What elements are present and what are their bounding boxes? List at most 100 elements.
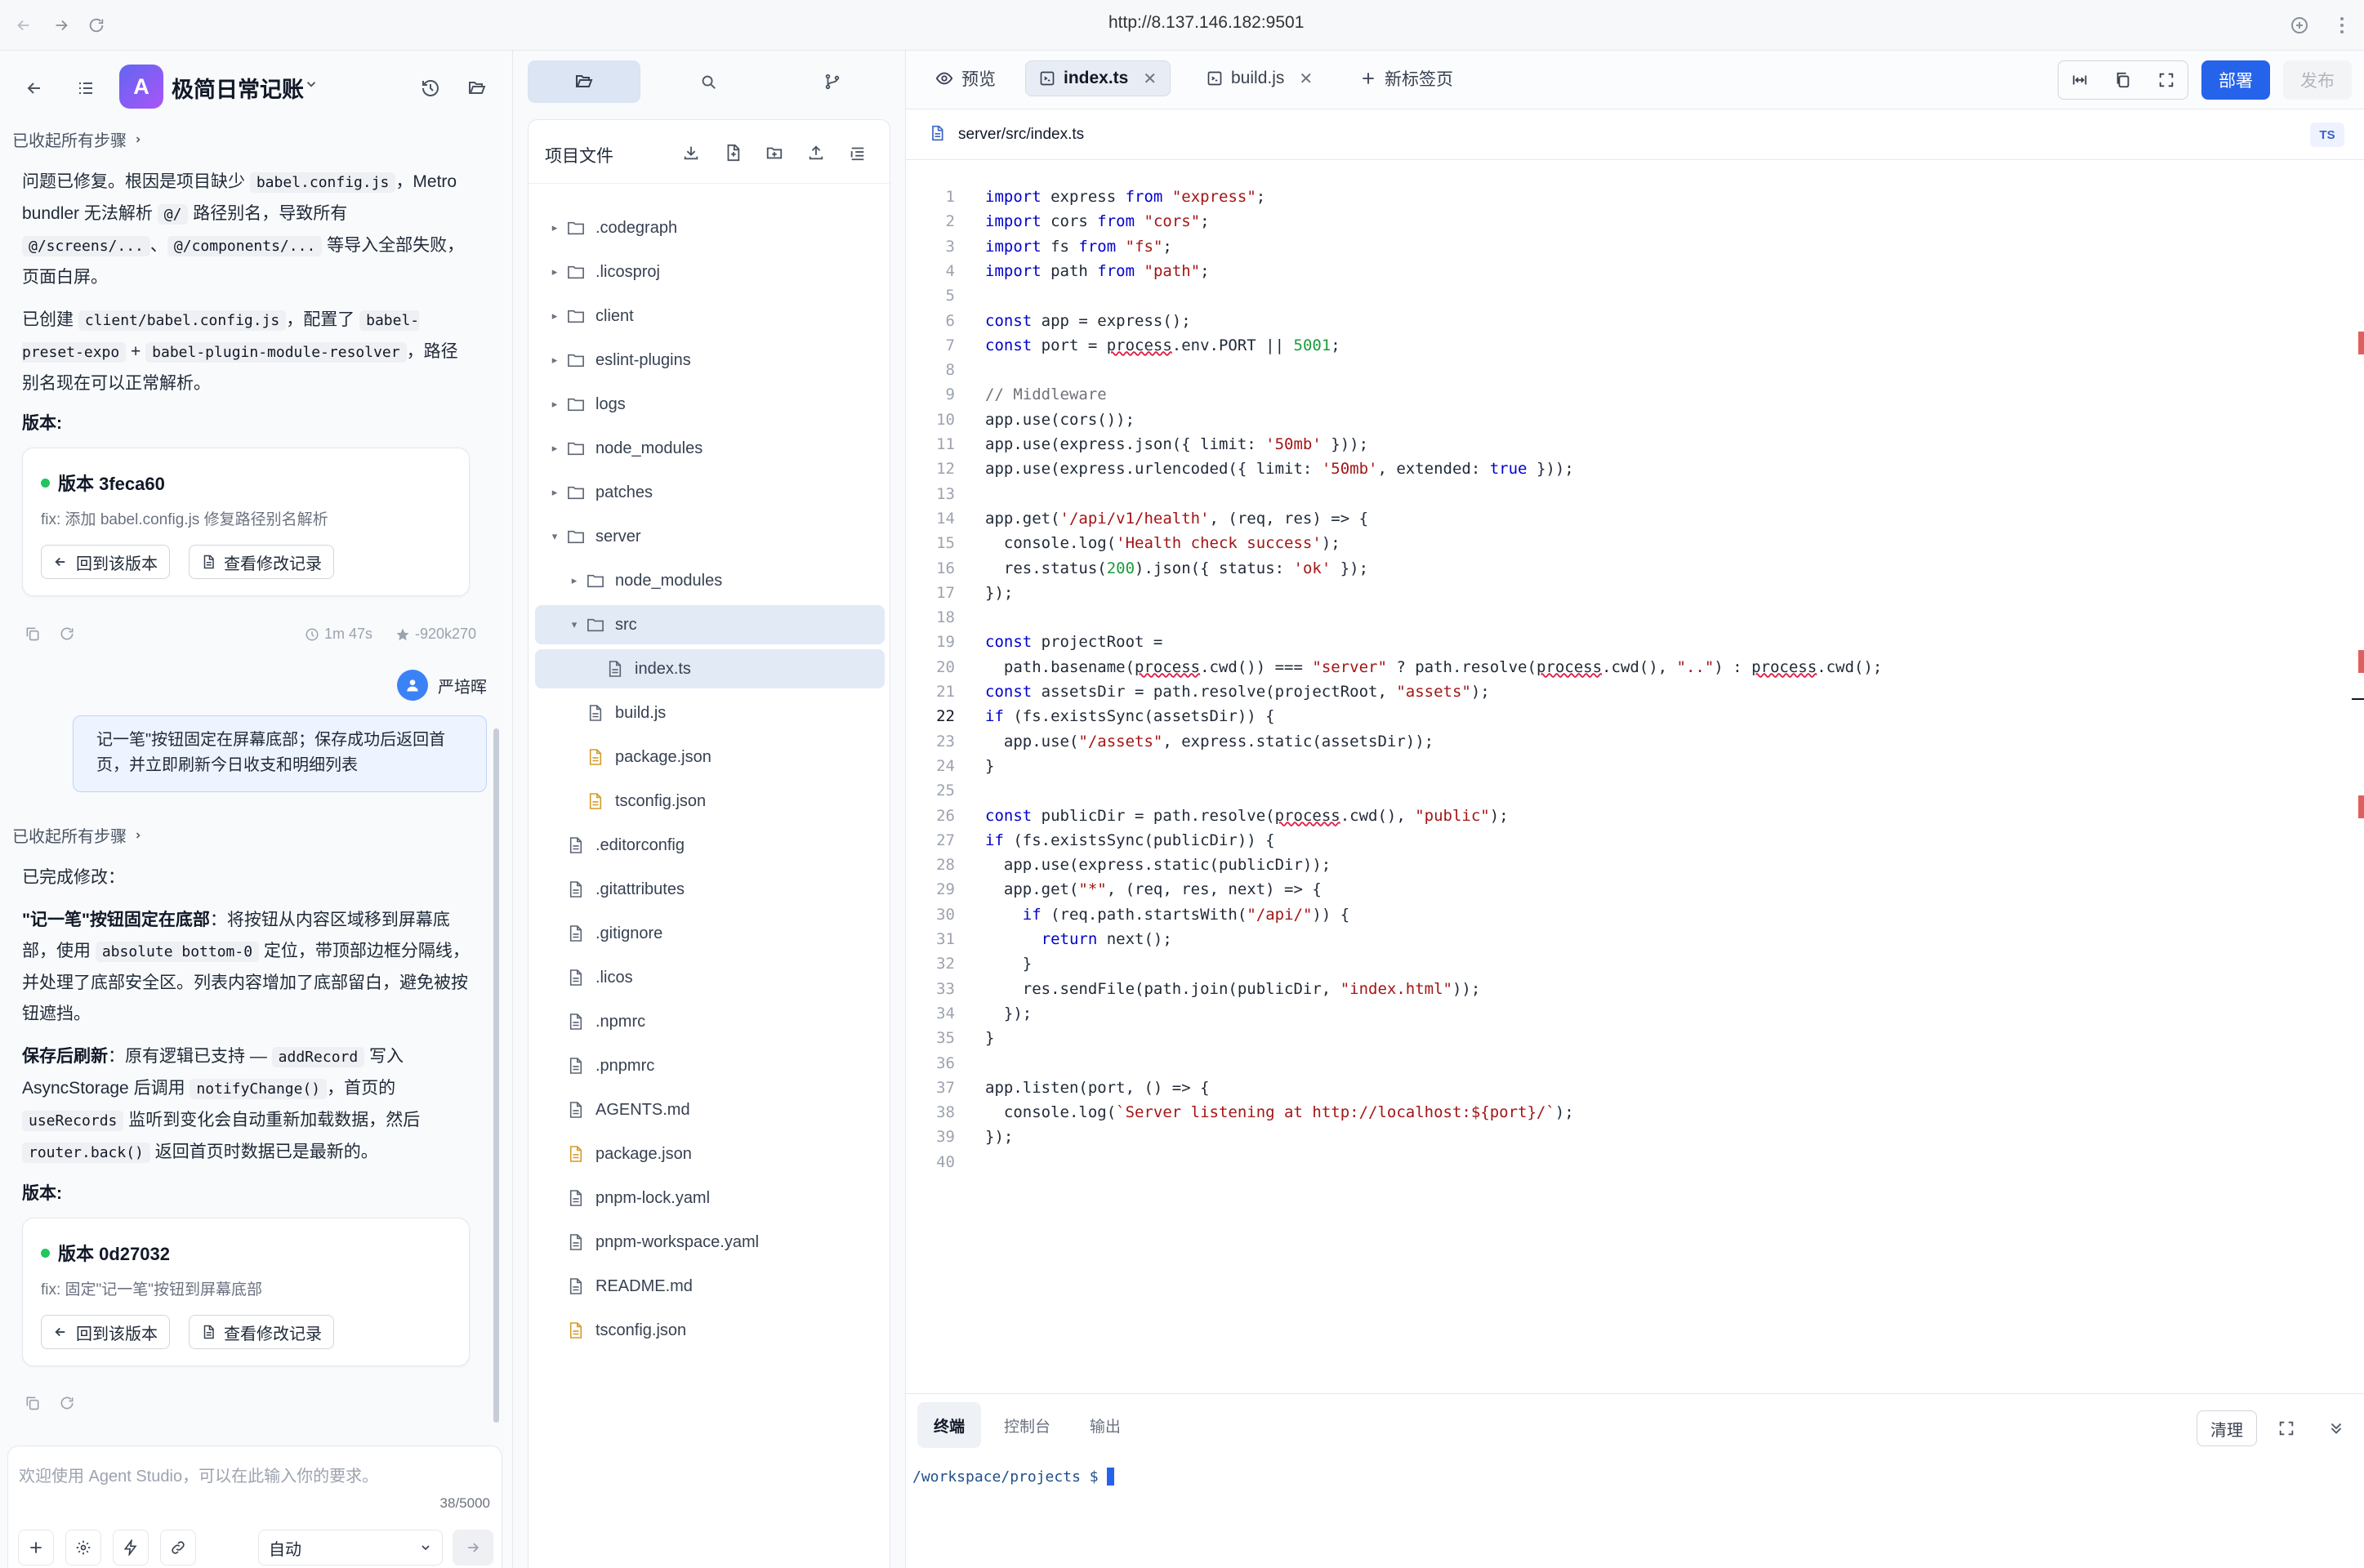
tab-output[interactable]: 输出: [1073, 1402, 1137, 1448]
chat-scrollbar[interactable]: [493, 728, 499, 1423]
upload-icon[interactable]: [805, 141, 827, 164]
folder-item[interactable]: ▸ .codegraph: [535, 208, 885, 247]
file-item[interactable]: package.json: [535, 737, 885, 777]
settings-gear-icon[interactable]: [65, 1530, 101, 1566]
tab-terminal[interactable]: 终端: [917, 1402, 982, 1448]
file-item[interactable]: tsconfig.json: [535, 1311, 885, 1350]
clear-button[interactable]: 清理: [2197, 1410, 2257, 1446]
folder-item[interactable]: ▸ logs: [535, 385, 885, 424]
chat-messages[interactable]: 已收起所有步骤 问题已修复。根因是项目缺少 babel.config.js ，Me…: [0, 124, 493, 1437]
file-icon: [564, 1057, 587, 1075]
chevron-down-icon[interactable]: [304, 77, 319, 91]
maximize-icon[interactable]: [2275, 1417, 2298, 1440]
file-item[interactable]: .licos: [535, 958, 885, 997]
more-menu-icon[interactable]: [2330, 13, 2354, 38]
caret-right-icon: ▸: [551, 486, 558, 498]
link-icon[interactable]: [160, 1530, 196, 1566]
code-text: return next();: [1041, 930, 1172, 948]
line-number: 38: [936, 1103, 955, 1122]
tab-preview[interactable]: 预览: [922, 60, 1009, 96]
code-text: path.basename(process.cwd()) === "server…: [985, 657, 1883, 676]
file-item[interactable]: tsconfig.json: [535, 782, 885, 821]
back-icon[interactable]: [20, 74, 48, 102]
folder-item[interactable]: ▸ node_modules: [535, 561, 885, 600]
history-icon[interactable]: [417, 74, 444, 102]
file-item[interactable]: AGENTS.md: [535, 1090, 885, 1129]
folder-open-icon[interactable]: [463, 74, 491, 102]
tree-item-label: .npmrc: [595, 1012, 646, 1031]
status-dot: [41, 1248, 50, 1258]
chat-input[interactable]: 欢迎使用 Agent Studio，可以在此输入你的要求。: [19, 1463, 378, 1486]
collapse-all-icon[interactable]: [846, 141, 869, 164]
file-item[interactable]: .npmrc: [535, 1002, 885, 1041]
file-item[interactable]: .editorconfig: [535, 826, 885, 865]
publish-button[interactable]: 发布: [2283, 60, 2352, 100]
tab-git[interactable]: [776, 60, 889, 103]
close-icon[interactable]: ✕: [1299, 69, 1313, 89]
new-folder-icon[interactable]: [763, 141, 786, 164]
new-tab-button[interactable]: 新标签页: [1347, 60, 1466, 96]
view-changes-button[interactable]: 查看修改记录: [189, 545, 334, 579]
revert-version-button[interactable]: 回到该版本: [41, 545, 170, 579]
install-app-icon[interactable]: [2287, 13, 2312, 38]
list-icon[interactable]: [72, 74, 100, 102]
tab-console[interactable]: 控制台: [988, 1402, 1067, 1448]
view-changes-button[interactable]: 查看修改记录: [189, 1315, 334, 1349]
tab-index-ts[interactable]: index.ts ✕: [1025, 60, 1171, 96]
copy-icon[interactable]: [25, 626, 41, 642]
app-title[interactable]: 极简日常记账: [172, 72, 304, 104]
reload-icon[interactable]: [84, 13, 109, 38]
folder-item[interactable]: ▸ node_modules: [535, 429, 885, 468]
fullscreen-icon[interactable]: [2157, 71, 2175, 89]
copy-icon[interactable]: [25, 1395, 41, 1411]
code-line: 4 import path from "path";: [906, 259, 2352, 283]
folder-item[interactable]: ▾ server: [535, 517, 885, 556]
file-item[interactable]: .gitignore: [535, 914, 885, 953]
version-label: 版本:: [22, 414, 62, 433]
folder-item[interactable]: ▸ client: [535, 296, 885, 336]
folder-item[interactable]: ▸ eslint-plugins: [535, 341, 885, 380]
deploy-button[interactable]: 部署: [2201, 60, 2270, 100]
assistant-message: 已完成修改： "记一笔"按钮固定在底部：将按钮从内容区域移到屏幕底部，使用 ab…: [22, 862, 471, 1180]
mode-select[interactable]: 自动: [258, 1530, 443, 1566]
terminal-prompt[interactable]: /workspace/projects $: [912, 1468, 1114, 1486]
file-item[interactable]: build.js: [535, 693, 885, 733]
file-item[interactable]: package.json: [535, 1134, 885, 1174]
file-item[interactable]: pnpm-workspace.yaml: [535, 1223, 885, 1262]
file-icon: [564, 1233, 587, 1251]
retry-icon[interactable]: [59, 626, 75, 642]
code-area[interactable]: 1 import express from "express"; 2 import c…: [906, 185, 2352, 1459]
download-icon[interactable]: [680, 141, 703, 164]
file-item[interactable]: .pnpmrc: [535, 1046, 885, 1085]
split-view-icon[interactable]: [2071, 71, 2089, 89]
tab-search[interactable]: [652, 60, 765, 103]
address-bar[interactable]: http://8.137.146.182:9501: [1108, 13, 1304, 33]
send-button[interactable]: [453, 1530, 493, 1566]
chevrons-down-icon[interactable]: [2325, 1417, 2348, 1440]
tab-build-js[interactable]: build.js ✕: [1193, 60, 1326, 96]
forward-arrow-icon[interactable]: [49, 13, 74, 38]
tree-item-label: server: [595, 527, 641, 546]
collapsed-steps-toggle[interactable]: 已收起所有步骤: [12, 823, 143, 847]
file-item[interactable]: index.ts: [535, 649, 885, 688]
file-item[interactable]: README.md: [535, 1267, 885, 1306]
search-icon: [702, 75, 716, 89]
retry-icon[interactable]: [59, 1395, 75, 1411]
back-arrow-icon[interactable]: [11, 13, 36, 38]
revert-version-button[interactable]: 回到该版本: [41, 1315, 170, 1349]
tab-files[interactable]: [528, 60, 640, 103]
plus-icon[interactable]: [18, 1530, 54, 1566]
collapsed-steps-toggle[interactable]: 已收起所有步骤: [12, 127, 143, 151]
folder-item[interactable]: ▾ src: [535, 605, 885, 644]
line-number: 28: [936, 856, 955, 875]
folder-item[interactable]: ▸ .licosproj: [535, 252, 885, 292]
lightning-icon[interactable]: [113, 1530, 149, 1566]
app-root: http://8.137.146.182:9501 A 极简日常记账 已收起所有…: [0, 0, 2364, 1568]
copy-icon[interactable]: [2114, 71, 2132, 89]
code-text: res.status(200).json({ status: 'ok' });: [985, 559, 1369, 577]
file-item[interactable]: .gitattributes: [535, 870, 885, 909]
folder-item[interactable]: ▸ patches: [535, 473, 885, 512]
file-item[interactable]: pnpm-lock.yaml: [535, 1178, 885, 1218]
close-icon[interactable]: ✕: [1143, 69, 1157, 89]
new-file-icon[interactable]: [721, 141, 744, 164]
